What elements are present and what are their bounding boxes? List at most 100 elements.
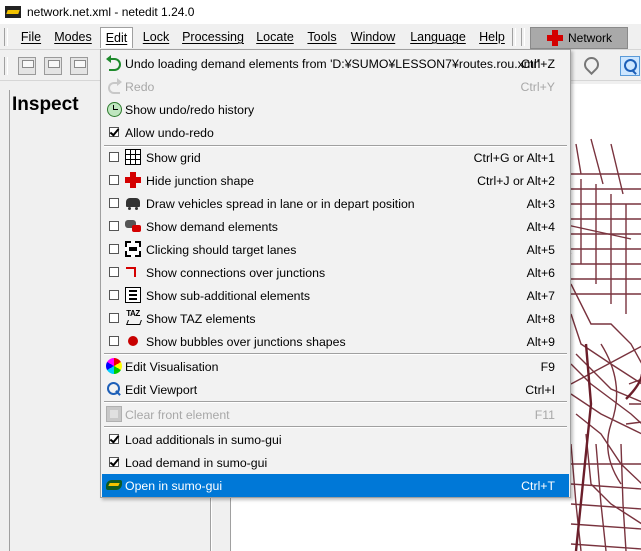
menu-item-show-undo-redo-history[interactable]: Show undo/redo history <box>102 98 569 121</box>
menu-item-shortcut: Alt+9 <box>526 335 555 349</box>
menu-item-label: Show demand elements <box>146 220 278 234</box>
menu-edit[interactable]: Edit <box>100 27 133 48</box>
menu-item-edit-visualisation[interactable]: Edit Visualisation F9 <box>102 355 569 378</box>
menu-language[interactable]: Language <box>410 27 466 48</box>
menu-item-label: Clicking should target lanes <box>146 243 297 257</box>
menu-item-show-grid[interactable]: Show grid Ctrl+G or Alt+1 <box>102 146 569 169</box>
show-sub-additional-checkbox[interactable] <box>109 290 119 300</box>
grid-icon <box>125 149 141 165</box>
menu-item-show-connections[interactable]: Show connections over junctions Alt+6 <box>102 261 569 284</box>
menu-modes[interactable]: Modes <box>53 27 93 48</box>
menu-item-label: Clear front element <box>125 408 230 422</box>
network-mode-button[interactable]: Network <box>530 27 628 49</box>
menu-item-shortcut: Alt+4 <box>526 220 555 234</box>
menu-item-shortcut: Ctrl+I <box>525 383 555 397</box>
menu-item-show-taz[interactable]: TAZ Show TAZ elements Alt+8 <box>102 307 569 330</box>
menu-item-label: Open in sumo-gui <box>125 479 223 493</box>
menu-item-shortcut: Alt+6 <box>526 266 555 280</box>
menu-item-draw-vehicles-spread[interactable]: Draw vehicles spread in lane or in depar… <box>102 192 569 215</box>
bubble-icon <box>125 333 141 349</box>
menu-item-label: Show bubbles over junctions shapes <box>146 335 346 349</box>
hide-junction-shape-checkbox[interactable] <box>109 175 119 185</box>
toolbar-grip <box>4 57 8 75</box>
menu-processing[interactable]: Processing <box>182 27 244 48</box>
load-demand-checkbox[interactable] <box>109 457 119 467</box>
save-icon[interactable] <box>18 57 36 75</box>
menu-locate[interactable]: Locate <box>255 27 295 48</box>
edit-menu-dropdown: Undo loading demand elements from 'D:¥SU… <box>100 49 571 498</box>
menu-item-shortcut: Ctrl+J or Alt+2 <box>477 174 555 188</box>
menu-item-label: Hide junction shape <box>146 174 255 188</box>
inspect-frame <box>9 90 101 551</box>
menu-item-label: Undo loading demand elements from 'D:¥SU… <box>125 57 540 71</box>
title-bar: network.net.xml - netedit 1.24.0 <box>0 0 641 24</box>
junction-icon <box>125 172 141 188</box>
show-taz-checkbox[interactable] <box>109 313 119 323</box>
menu-item-label: Edit Visualisation <box>125 360 219 374</box>
menu-tools[interactable]: Tools <box>306 27 338 48</box>
menu-item-load-demand-sumo-gui[interactable]: Load demand in sumo-gui <box>102 451 569 474</box>
menu-help[interactable]: Help <box>478 27 506 48</box>
menu-item-show-sub-additional[interactable]: Show sub-additional elements Alt+7 <box>102 284 569 307</box>
menu-item-label: Show connections over junctions <box>146 266 326 280</box>
menu-item-redo[interactable]: Redo Ctrl+Y <box>102 75 569 98</box>
menu-item-label: Load additionals in sumo-gui <box>125 433 282 447</box>
list-icon <box>125 287 141 303</box>
menu-item-label: Show sub-additional elements <box>146 289 311 303</box>
menu-item-hide-junction-shape[interactable]: Hide junction shape Ctrl+J or Alt+2 <box>102 169 569 192</box>
menu-item-edit-viewport[interactable]: Edit Viewport Ctrl+I <box>102 378 569 401</box>
menu-item-label: Show undo/redo history <box>125 103 255 117</box>
load-additionals-checkbox[interactable] <box>109 434 119 444</box>
menu-item-label: Allow undo-redo <box>125 126 214 140</box>
menu-item-shortcut: Ctrl+Y <box>520 80 555 94</box>
save-icon[interactable] <box>44 57 62 75</box>
clear-front-icon <box>106 406 122 422</box>
menu-item-shortcut: Ctrl+T <box>521 479 555 493</box>
menu-item-label: Draw vehicles spread in lane or in depar… <box>146 197 415 211</box>
menu-item-show-bubbles[interactable]: Show bubbles over junctions shapes Alt+9 <box>102 330 569 353</box>
menu-item-shortcut: Alt+7 <box>526 289 555 303</box>
menu-item-shortcut: Ctrl+G or Alt+1 <box>473 151 555 165</box>
menu-item-shortcut: F11 <box>534 408 555 422</box>
menu-item-shortcut: Alt+8 <box>526 312 555 326</box>
show-connections-checkbox[interactable] <box>109 267 119 277</box>
show-demand-elements-checkbox[interactable] <box>109 221 119 231</box>
menubar-separator <box>512 28 516 46</box>
menu-item-shortcut: Ctrl+Z <box>521 57 555 71</box>
save-icon[interactable] <box>70 57 88 75</box>
menu-item-shortcut: Alt+3 <box>526 197 555 211</box>
menu-item-load-additionals-sumo-gui[interactable]: Load additionals in sumo-gui <box>102 428 569 451</box>
search-icon[interactable] <box>620 56 640 76</box>
menubar-separator <box>521 28 525 46</box>
vehicle-icon <box>125 195 141 211</box>
menu-window[interactable]: Window <box>349 27 397 48</box>
menu-item-clicking-target-lanes[interactable]: Clicking should target lanes Alt+5 <box>102 238 569 261</box>
menu-item-label: Show grid <box>146 151 201 165</box>
menu-file[interactable]: File <box>19 27 43 48</box>
menu-item-undo[interactable]: Undo loading demand elements from 'D:¥SU… <box>102 52 569 75</box>
menu-item-label: Redo <box>125 80 155 94</box>
menu-item-shortcut: Alt+5 <box>526 243 555 257</box>
palette-icon <box>106 358 122 374</box>
menu-item-show-demand-elements[interactable]: Show demand elements Alt+4 <box>102 215 569 238</box>
menu-item-allow-undo-redo[interactable]: Allow undo-redo <box>102 121 569 144</box>
sumo-gui-icon <box>106 477 122 493</box>
show-grid-checkbox[interactable] <box>109 152 119 162</box>
allow-undo-redo-checkbox[interactable] <box>109 127 119 137</box>
menubar-grip <box>4 28 8 46</box>
window-title: network.net.xml - netedit 1.24.0 <box>27 5 195 19</box>
location-pin-icon[interactable] <box>580 56 600 76</box>
netedit-app-icon <box>5 4 21 20</box>
clicking-target-lanes-checkbox[interactable] <box>109 244 119 254</box>
draw-vehicles-spread-checkbox[interactable] <box>109 198 119 208</box>
menu-item-open-in-sumo-gui[interactable]: Open in sumo-gui Ctrl+T <box>102 474 569 497</box>
menu-item-clear-front-element[interactable]: Clear front element F11 <box>102 403 569 426</box>
inspect-title: Inspect <box>12 94 79 115</box>
search-icon <box>106 381 122 397</box>
menu-item-label: Edit Viewport <box>125 383 198 397</box>
menu-item-shortcut: F9 <box>540 360 555 374</box>
connections-icon <box>125 264 141 280</box>
menu-lock[interactable]: Lock <box>142 27 170 48</box>
show-bubbles-checkbox[interactable] <box>109 336 119 346</box>
network-mode-label: Network <box>568 31 613 45</box>
